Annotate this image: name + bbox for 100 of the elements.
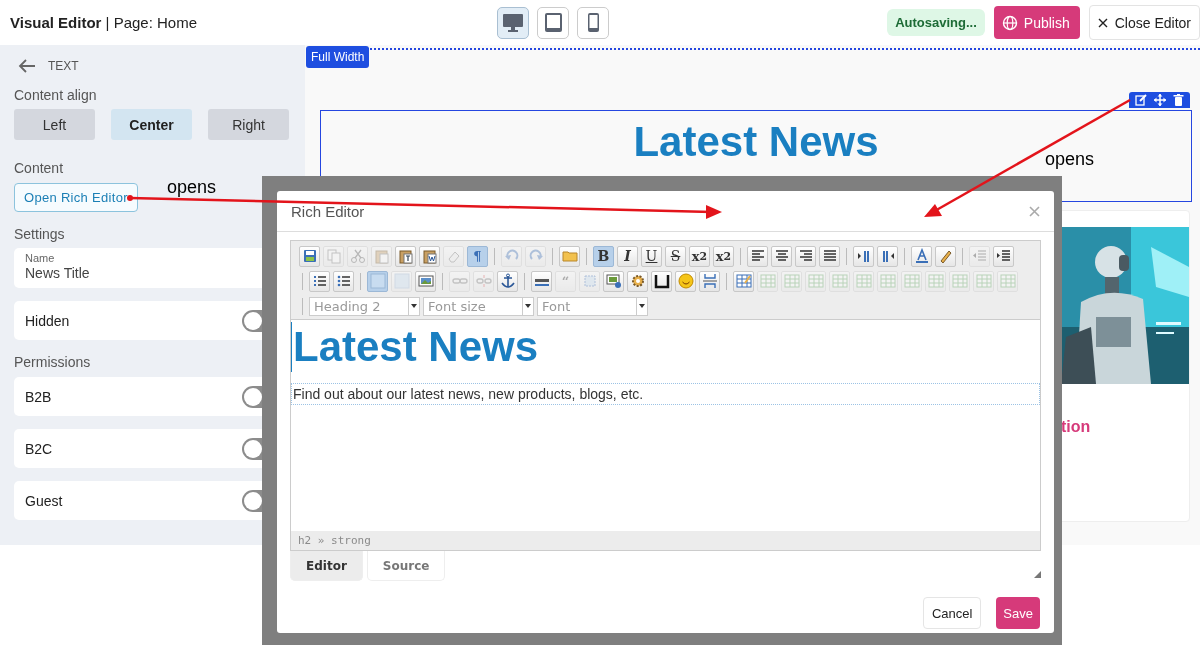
editor-heading: Latest News bbox=[291, 322, 539, 372]
close-editor-button[interactable]: Close Editor bbox=[1088, 5, 1200, 40]
align-center-icon bbox=[773, 248, 790, 264]
toolbar-button[interactable] bbox=[497, 270, 518, 292]
frame-icon bbox=[581, 273, 598, 289]
toolbar-button[interactable] bbox=[651, 270, 672, 292]
table-icon bbox=[927, 273, 944, 289]
device-button[interactable] bbox=[537, 6, 569, 39]
table-icon bbox=[735, 273, 752, 289]
table-icon bbox=[903, 273, 920, 289]
image-icon bbox=[417, 273, 434, 289]
move-icon[interactable] bbox=[1154, 94, 1166, 106]
close-icon bbox=[1097, 17, 1108, 28]
align-option[interactable]: Left bbox=[14, 109, 95, 140]
phone-icon bbox=[587, 13, 599, 32]
setting-label: B2B bbox=[25, 388, 52, 405]
caret-icon bbox=[411, 304, 417, 308]
toolbar-button[interactable] bbox=[819, 245, 840, 267]
back-arrow-icon[interactable] bbox=[18, 59, 36, 73]
panel-title: TEXT bbox=[48, 59, 79, 73]
save-button[interactable]: Save bbox=[996, 597, 1040, 629]
section-badge[interactable]: Full Width bbox=[306, 46, 370, 68]
section-label: Content bbox=[14, 160, 65, 176]
publish-button[interactable]: Publish bbox=[993, 6, 1080, 39]
clipboard-icon bbox=[421, 248, 438, 264]
editor-tab[interactable]: Editor bbox=[290, 551, 363, 581]
table-icon bbox=[759, 273, 776, 289]
card-title: tion bbox=[1061, 418, 1092, 436]
editor-paragraph: Find out about our latest news, new products, blogs, etc. bbox=[291, 383, 1040, 405]
cancel-button[interactable]: Cancel bbox=[922, 597, 982, 629]
align-option[interactable]: Right bbox=[208, 109, 289, 140]
text-color-icon bbox=[913, 248, 930, 264]
align-justify-icon bbox=[821, 248, 838, 264]
open-rich-editor-button[interactable]: Open Rich Editor bbox=[14, 183, 138, 212]
caret-icon bbox=[525, 304, 531, 308]
table-icon bbox=[975, 273, 992, 289]
edit-icon[interactable] bbox=[1135, 94, 1147, 106]
toolbar-button[interactable]: I bbox=[617, 245, 638, 267]
table-icon bbox=[783, 273, 800, 289]
setting-label: B2C bbox=[25, 440, 53, 457]
block-icon bbox=[369, 273, 386, 289]
caret-icon bbox=[639, 304, 645, 308]
table-icon bbox=[807, 273, 824, 289]
toolbar-button[interactable] bbox=[993, 245, 1014, 267]
setting-label: Hidden bbox=[25, 312, 70, 329]
desktop-icon bbox=[503, 13, 523, 32]
table-icon bbox=[831, 273, 848, 289]
page-title: Visual Editor | Page: Home bbox=[10, 14, 199, 31]
smiley-icon bbox=[677, 273, 694, 289]
section-label: Settings bbox=[14, 226, 66, 242]
outdent-icon bbox=[971, 248, 988, 264]
resize-grip-icon[interactable] bbox=[1034, 571, 1041, 578]
toolbar-button[interactable] bbox=[309, 270, 330, 292]
clipboard-icon bbox=[373, 248, 390, 264]
globe-icon bbox=[1001, 14, 1018, 31]
align-right-icon bbox=[797, 248, 814, 264]
autosave-status: Autosaving... bbox=[887, 9, 985, 36]
field-value: News Title bbox=[25, 265, 91, 281]
element-path: h2 » strong bbox=[291, 531, 1040, 550]
tablet-icon bbox=[544, 13, 562, 32]
align-option[interactable]: Center bbox=[111, 109, 192, 140]
numbered-list-icon bbox=[311, 273, 328, 289]
block-icon bbox=[393, 273, 410, 289]
space-icon bbox=[653, 273, 670, 289]
section-label: Permissions bbox=[14, 354, 92, 370]
text-direction-icon bbox=[855, 248, 872, 264]
trash-icon[interactable] bbox=[1173, 94, 1184, 106]
folder-icon bbox=[561, 248, 578, 264]
toolbar-button[interactable]: U bbox=[641, 245, 662, 267]
page-break-icon bbox=[701, 273, 718, 289]
field-label: Name bbox=[25, 252, 56, 264]
unlink-icon bbox=[475, 273, 492, 289]
toolbar-button[interactable] bbox=[747, 245, 768, 267]
anchor-icon bbox=[499, 273, 516, 289]
setting-label: Guest bbox=[25, 492, 63, 509]
device-button[interactable] bbox=[577, 6, 609, 39]
indent-icon bbox=[995, 248, 1012, 264]
table-icon bbox=[999, 273, 1016, 289]
section-label: Content align bbox=[14, 87, 98, 103]
table-icon bbox=[879, 273, 896, 289]
toolbar-button[interactable] bbox=[795, 245, 816, 267]
copy-icon bbox=[325, 248, 342, 264]
heading: Latest News bbox=[633, 118, 879, 166]
toolbar-button[interactable]: S bbox=[665, 245, 686, 267]
scissors-icon bbox=[349, 248, 366, 264]
table-icon bbox=[855, 273, 872, 289]
dialog-title: Rich Editor bbox=[291, 202, 365, 220]
table-icon bbox=[951, 273, 968, 289]
device-button[interactable] bbox=[497, 6, 529, 39]
editor-tab[interactable]: Source bbox=[366, 551, 446, 581]
bullet-list-icon bbox=[335, 273, 352, 289]
toolbar-button[interactable] bbox=[531, 270, 552, 292]
close-icon[interactable] bbox=[1029, 205, 1040, 217]
annotation-label: opens bbox=[167, 177, 217, 198]
clipboard-icon bbox=[397, 248, 414, 264]
toolbar-button[interactable] bbox=[771, 245, 792, 267]
toolbar-button[interactable]: B bbox=[593, 245, 614, 267]
toolbar-button[interactable] bbox=[333, 270, 354, 292]
preview-icon bbox=[605, 273, 622, 289]
gear-icon bbox=[629, 273, 646, 289]
